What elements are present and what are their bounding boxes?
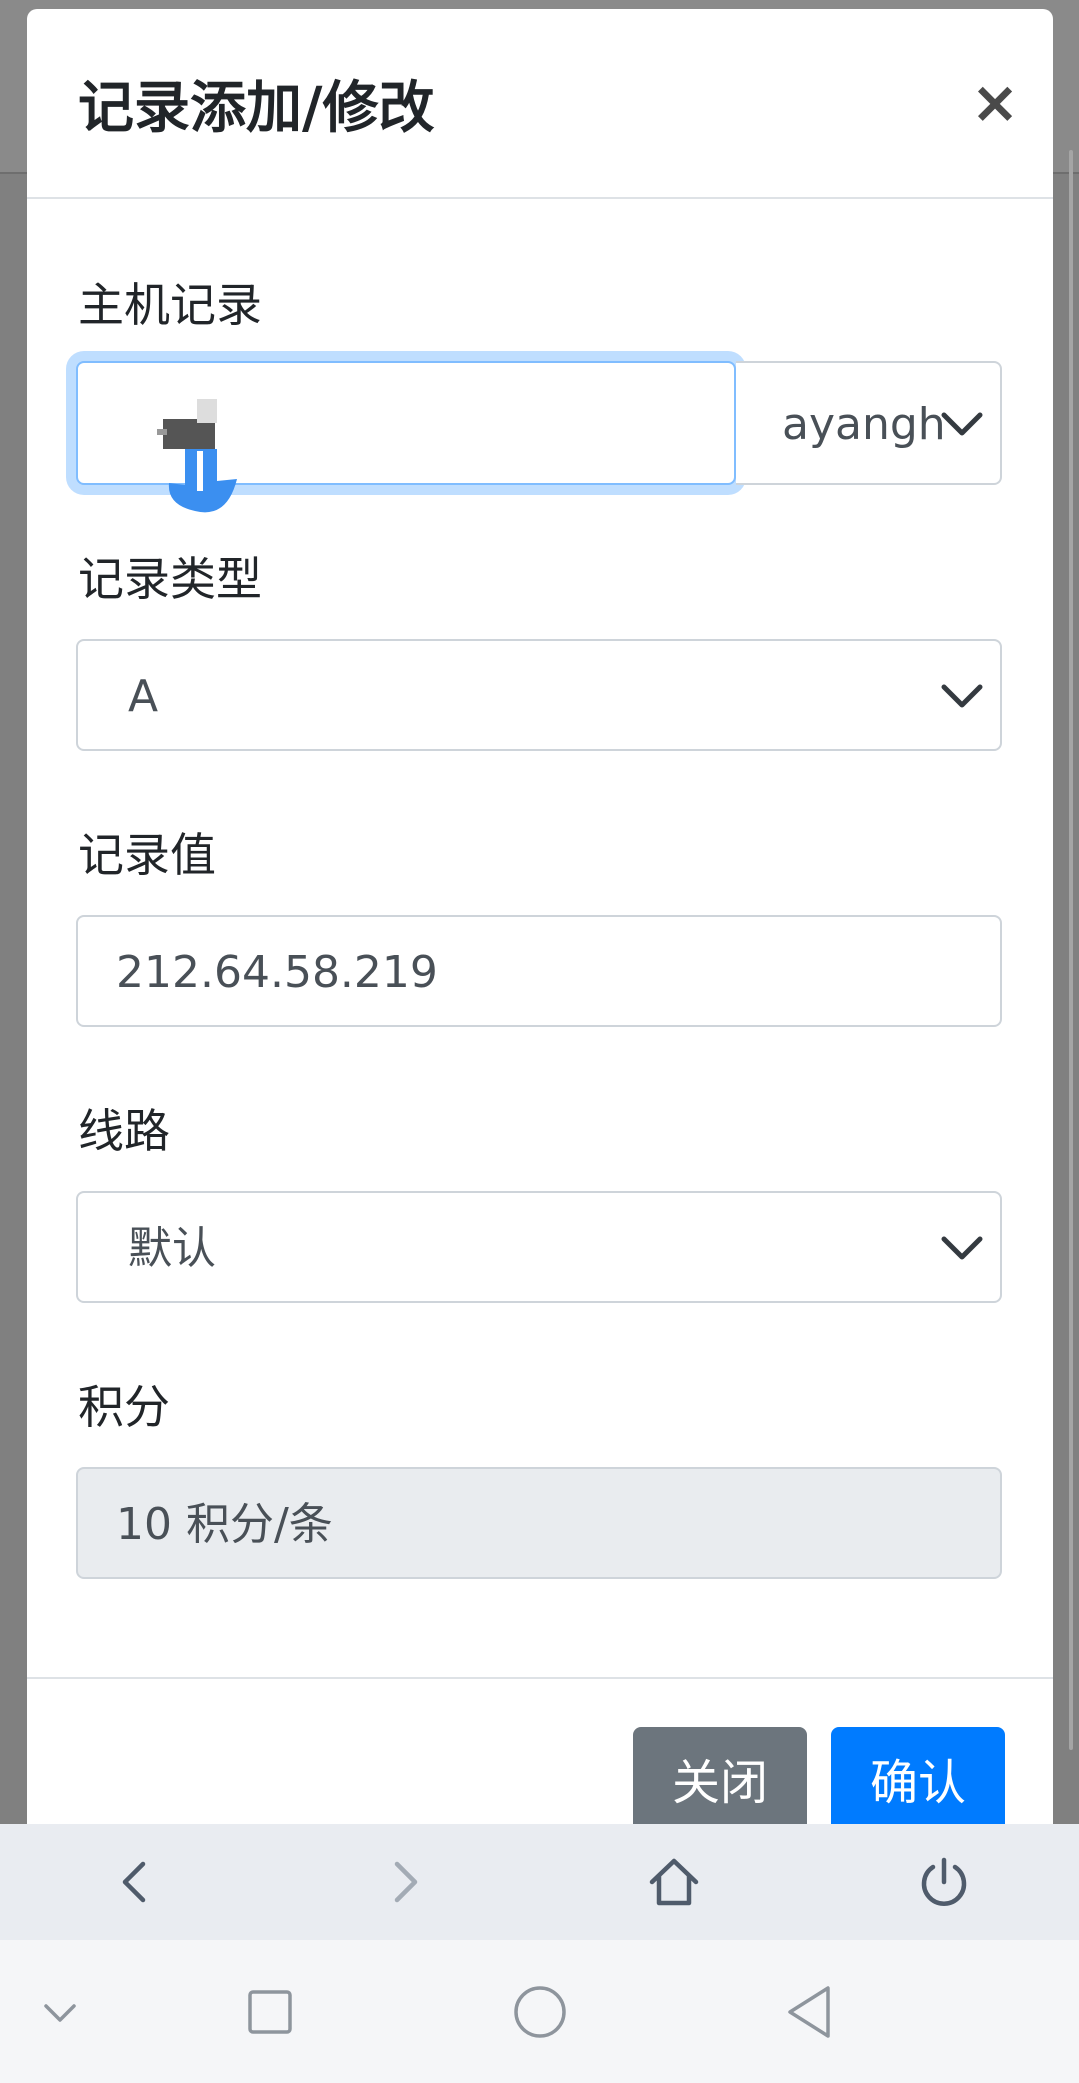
domain-select[interactable]: ayangh — [736, 361, 1002, 485]
record-value-label: 记录值 — [78, 828, 216, 882]
line-select[interactable]: 默认 — [76, 1191, 1002, 1303]
record-edit-modal: 记录添加/修改 × 主机记录 ayangh 记录类型 A 记录值 212.64.… — [27, 9, 1053, 1909]
home-circle-icon[interactable] — [508, 1980, 572, 2044]
record-type-select[interactable]: A — [76, 639, 1002, 751]
collapse-icon[interactable] — [28, 1980, 92, 2044]
touch-cursor-icon — [157, 399, 237, 513]
modal-header: 记录添加/修改 × — [27, 9, 1053, 199]
points-input-readonly: 10 积分/条 — [76, 1467, 1002, 1579]
confirm-button[interactable]: 确认 — [831, 1727, 1005, 1839]
record-value-input[interactable]: 212.64.58.219 — [76, 915, 1002, 1027]
close-icon[interactable]: × — [967, 69, 1023, 135]
page-scrollbar — [1069, 150, 1073, 1750]
home-icon[interactable] — [644, 1852, 704, 1912]
power-icon[interactable] — [914, 1852, 974, 1912]
points-value: 10 积分/条 — [116, 1499, 333, 1550]
modal-title: 记录添加/修改 — [78, 76, 435, 141]
close-button[interactable]: 关闭 — [633, 1727, 807, 1839]
browser-toolbar — [0, 1824, 1079, 1940]
chevron-down-icon — [941, 684, 983, 708]
chevron-down-icon — [941, 412, 983, 436]
line-label: 线路 — [78, 1104, 170, 1158]
chevron-down-icon — [941, 1236, 983, 1260]
points-label: 积分 — [78, 1380, 170, 1434]
record-type-value: A — [128, 671, 159, 722]
back-triangle-icon[interactable] — [778, 1980, 842, 2044]
domain-select-value: ayangh — [782, 399, 946, 450]
record-value-text: 212.64.58.219 — [116, 947, 438, 998]
line-value: 默认 — [128, 1223, 216, 1274]
modal-footer-divider — [27, 1677, 1053, 1679]
system-navigation-bar — [0, 1940, 1079, 2083]
host-record-label: 主机记录 — [78, 278, 262, 332]
record-type-label: 记录类型 — [78, 552, 262, 606]
forward-icon[interactable] — [375, 1852, 435, 1912]
recents-icon[interactable] — [238, 1980, 302, 2044]
back-icon[interactable] — [105, 1852, 165, 1912]
